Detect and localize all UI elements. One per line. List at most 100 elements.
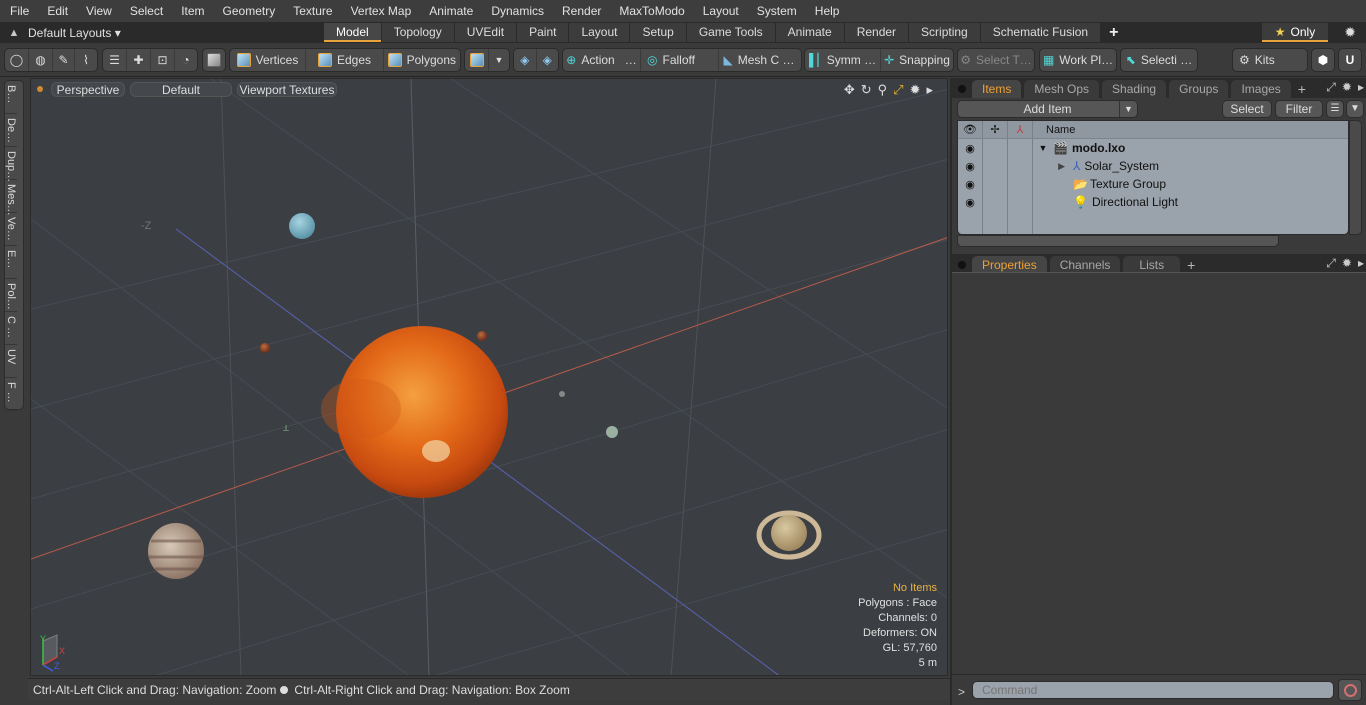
- menu-edit[interactable]: Edit: [38, 0, 77, 22]
- rotate-icon[interactable]: ↻: [861, 82, 872, 98]
- command-input[interactable]: [972, 681, 1334, 699]
- vtab-duplicate[interactable]: Dup…: [5, 147, 17, 182]
- work-plane-button[interactable]: ▦ Work Pl…: [1039, 48, 1117, 72]
- select-through-button[interactable]: ⚙ Select T…: [957, 48, 1035, 72]
- menu-render[interactable]: Render: [553, 0, 610, 22]
- tab-animate[interactable]: Animate: [775, 23, 844, 42]
- funnel-filter-icon[interactable]: ▼: [1346, 100, 1364, 118]
- item-row-directional-light[interactable]: ◉ 💡 Directional Light: [958, 193, 1348, 211]
- select-button[interactable]: Select: [1222, 100, 1272, 118]
- command-history-button[interactable]: [1338, 679, 1362, 701]
- selection-sets-button[interactable]: ⬉ Selecti …: [1120, 48, 1198, 72]
- saturn-sphere[interactable]: [771, 515, 807, 551]
- mesh-constraint-button[interactable]: ◣ Mesh C …: [719, 49, 799, 71]
- action-center-button[interactable]: ⊕ Action…: [563, 49, 641, 71]
- tab-layout[interactable]: Layout: [569, 23, 630, 42]
- locator-column-icon[interactable]: ⅄: [1008, 121, 1033, 138]
- tab-mesh-ops[interactable]: Mesh Ops: [1024, 80, 1100, 98]
- mars-sphere[interactable]: [260, 343, 270, 353]
- lock-cell[interactable]: [983, 193, 1008, 211]
- menu-help[interactable]: Help: [806, 0, 849, 22]
- default-layouts-dropdown[interactable]: Default Layouts ▾: [28, 26, 324, 40]
- menu-file[interactable]: File: [0, 0, 38, 22]
- earth-sphere[interactable]: [606, 426, 618, 438]
- lock-cell[interactable]: [983, 157, 1008, 175]
- vtab-uv[interactable]: UV: [5, 345, 17, 378]
- properties-maximize-icon[interactable]: ⤢: [1326, 256, 1336, 271]
- material-mode-dropdown[interactable]: ▼: [489, 49, 509, 71]
- filter-button[interactable]: Filter: [1275, 100, 1323, 118]
- only-toggle[interactable]: ★ Only: [1262, 23, 1328, 42]
- pan-icon[interactable]: ✥: [844, 82, 855, 98]
- collapse-arrow-icon[interactable]: ▼: [1033, 143, 1053, 153]
- vtab-polygon[interactable]: Pol…: [5, 279, 17, 312]
- tab-setup[interactable]: Setup: [630, 23, 686, 42]
- uv-unwrap-icon[interactable]: ✚: [127, 49, 151, 71]
- moon-sphere[interactable]: [559, 391, 565, 397]
- properties-menu-dot[interactable]: [958, 261, 966, 269]
- vtab-basic[interactable]: B…: [5, 81, 17, 114]
- circle-select-icon[interactable]: ◯: [5, 49, 29, 71]
- tab-items[interactable]: Items: [972, 80, 1022, 98]
- menu-dynamics[interactable]: Dynamics: [482, 0, 553, 22]
- item-list-horizontal-scrollbar[interactable]: [957, 235, 1279, 247]
- viewport-gear-icon[interactable]: ✹: [910, 82, 921, 98]
- edges-button[interactable]: Edges: [306, 49, 384, 71]
- tab-shading[interactable]: Shading: [1102, 80, 1167, 98]
- tab-render[interactable]: Render: [844, 23, 909, 42]
- add-layout-tab-button[interactable]: +: [1101, 23, 1126, 42]
- properties-gear-icon[interactable]: ✹: [1342, 256, 1352, 271]
- jupiter-sphere[interactable]: [148, 523, 204, 579]
- menu-view[interactable]: View: [77, 0, 121, 22]
- shading-mode-button[interactable]: Default: [130, 81, 232, 97]
- pen-icon[interactable]: ✎: [53, 49, 75, 71]
- add-item-dropdown-icon[interactable]: ▼: [1119, 101, 1137, 117]
- tab-schematic-fusion[interactable]: Schematic Fusion: [980, 23, 1101, 42]
- visibility-eye-icon[interactable]: ◉: [958, 139, 983, 157]
- name-column-header[interactable]: Name: [1033, 124, 1075, 136]
- zoom-icon[interactable]: ⚲: [878, 82, 888, 98]
- viewport-expand-arrow-icon[interactable]: ▸: [926, 82, 933, 98]
- visibility-eye-icon[interactable]: ◉: [958, 193, 983, 211]
- tab-paint[interactable]: Paint: [517, 23, 569, 42]
- tab-topology[interactable]: Topology: [381, 23, 454, 42]
- globe-icon[interactable]: ◍: [29, 49, 53, 71]
- lasso-icon[interactable]: ⌇: [75, 49, 97, 71]
- menu-select[interactable]: Select: [121, 0, 172, 22]
- visibility-eye-icon[interactable]: ◉: [958, 157, 983, 175]
- visibility-eye-icon[interactable]: ◉: [958, 175, 983, 193]
- tab-uvedit[interactable]: UVEdit: [454, 23, 517, 42]
- kits-button[interactable]: ⚙ Kits: [1232, 48, 1308, 72]
- falloff-button[interactable]: ◎ Falloff: [641, 49, 719, 71]
- tab-scripting[interactable]: Scripting: [909, 23, 980, 42]
- vtab-vertex[interactable]: Ve…: [5, 213, 17, 246]
- symmetry-button[interactable]: ▌▏ Symm …: [805, 49, 881, 71]
- list-options-icon[interactable]: ☰: [1326, 100, 1344, 118]
- item-mode-button[interactable]: [202, 48, 226, 72]
- vtab-deform[interactable]: De…: [5, 114, 17, 147]
- align-icon[interactable]: ☰: [103, 49, 127, 71]
- tab-images[interactable]: Images: [1231, 80, 1291, 98]
- item-row-solar-system[interactable]: ◉ ▶ ⅄ Solar_System: [958, 157, 1348, 175]
- vertices-button[interactable]: Vertices: [230, 49, 306, 71]
- pivot-icon[interactable]: ◈: [537, 49, 559, 71]
- viewport-menu-dot[interactable]: [37, 86, 43, 92]
- panel-arrow-icon[interactable]: ▸: [1358, 80, 1364, 95]
- item-row-modo-lxo[interactable]: ◉ ▼ 🎬 modo.lxo: [958, 139, 1348, 157]
- vtab-mesh-edit[interactable]: Mes…: [5, 180, 17, 216]
- menu-vertex-map[interactable]: Vertex Map: [342, 0, 421, 22]
- viewport-textures-button[interactable]: Viewport Textures: [237, 81, 337, 97]
- tab-groups[interactable]: Groups: [1169, 80, 1229, 98]
- item-list-vertical-scrollbar[interactable]: [1349, 120, 1362, 235]
- panel-menu-dot[interactable]: [958, 85, 966, 93]
- 3d-viewport[interactable]: -Z ⟂ Y X Z Perspective Default Viewport …: [30, 78, 948, 676]
- vtab-curve[interactable]: C …: [5, 312, 17, 345]
- add-panel-tab-button[interactable]: +: [1294, 80, 1310, 98]
- collapse-up-icon[interactable]: ▲: [0, 27, 28, 39]
- tab-model[interactable]: Model: [324, 23, 381, 42]
- menu-system[interactable]: System: [748, 0, 806, 22]
- lock-column-icon[interactable]: ✢: [983, 121, 1008, 138]
- snapping-button[interactable]: ✛ Snapping: [881, 49, 953, 71]
- dial-icon[interactable]: ◔: [175, 49, 197, 71]
- panel-gear-icon[interactable]: ✹: [1342, 80, 1352, 95]
